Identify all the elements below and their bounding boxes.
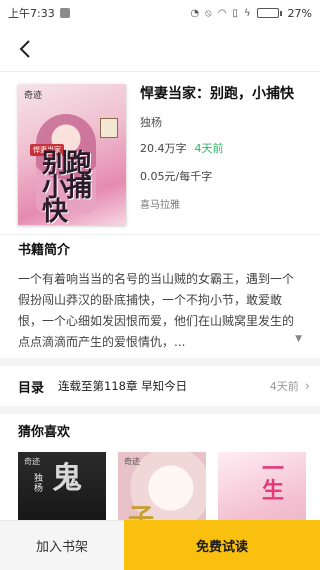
battery-percent: 27% — [287, 6, 312, 20]
book-publisher: 喜马拉雅 — [140, 200, 180, 211]
rec-cover-title: 一生 — [262, 456, 285, 504]
wifi-icon: ◠ — [217, 7, 227, 19]
rec-cover-tag: 奇迹 — [24, 457, 40, 466]
status-time: 上午7:33 — [8, 7, 55, 20]
free-read-button[interactable]: 免费试读 — [124, 520, 320, 570]
status-right: ◔ ⦸ ◠ ▯ ϟ 27% — [190, 7, 312, 20]
sim-icon: ▯ — [232, 7, 238, 19]
cover-tag: 奇迹 — [24, 91, 43, 101]
bottom-action-bar: 加入书架 免费试读 — [0, 520, 320, 570]
add-to-shelf-button[interactable]: 加入书架 — [0, 520, 124, 570]
status-bar: 上午7:33 ◔ ⦸ ◠ ▯ ϟ 27% — [0, 0, 320, 26]
book-header: 奇迹 悍妻当家 别跑小捕快 悍妻当家：别跑，小捕快 独杨 20.4万字 4天前 … — [0, 72, 320, 234]
recommendations-section: 猜你喜欢 — [0, 414, 320, 444]
synopsis-section: 书籍简介 一个有着响当当的名号的当山贼的女霸王，遇到一个假扮闯山莽汉的卧底捕快，… — [0, 234, 320, 353]
book-cover[interactable]: 奇迹 悍妻当家 别跑小捕快 — [18, 84, 126, 225]
book-stats: 20.4万字 4天前 — [140, 140, 312, 156]
expand-down-icon[interactable]: ▼ — [295, 334, 302, 344]
mute-icon: ⦸ — [205, 7, 212, 19]
book-author[interactable]: 独杨 — [140, 114, 312, 130]
section-divider — [0, 358, 320, 366]
back-arrow-icon — [19, 40, 30, 58]
book-info: 悍妻当家：别跑，小捕快 独杨 20.4万字 4天前 0.05元/每千字 喜马拉雅 — [140, 84, 312, 211]
cover-lantern — [100, 118, 118, 138]
recommendations-title: 猜你喜欢 — [18, 425, 71, 440]
status-left: 上午7:33 — [8, 5, 70, 21]
catalog-label: 目录 — [18, 380, 45, 396]
rec-cover-tag: 奇迹 — [124, 457, 140, 466]
notification-icon — [59, 8, 70, 18]
catalog-row[interactable]: 目录 连载至第118章 早知今日 4天前 › — [0, 366, 320, 406]
charging-icon: ϟ — [243, 7, 251, 19]
word-count: 20.4万字 — [140, 142, 187, 155]
synopsis-text[interactable]: 一个有着响当当的名号的当山贼的女霸王，遇到一个假扮闯山莽汉的卧底捕快，一个不拘小… — [18, 269, 302, 353]
update-time: 4天前 — [194, 142, 224, 155]
section-divider — [0, 406, 320, 414]
synopsis-title: 书籍简介 — [18, 243, 71, 258]
cover-title: 别跑小捕快 — [42, 149, 92, 225]
rec-cover-title: 鬼 — [52, 461, 82, 496]
alarm-icon: ◔ — [190, 7, 200, 19]
book-title: 悍妻当家：别跑，小捕快 — [140, 86, 294, 102]
nav-bar — [0, 26, 320, 72]
chevron-right-icon: › — [304, 378, 310, 394]
book-price: 0.05元/每千字 — [140, 170, 213, 183]
back-button[interactable] — [10, 34, 40, 64]
catalog-update-time: 4天前 — [269, 380, 299, 393]
catalog-latest-chapter: 连载至第118章 早知今日 — [58, 379, 188, 393]
battery-icon — [256, 8, 282, 18]
rec-cover-author: 独杨 — [34, 474, 44, 494]
